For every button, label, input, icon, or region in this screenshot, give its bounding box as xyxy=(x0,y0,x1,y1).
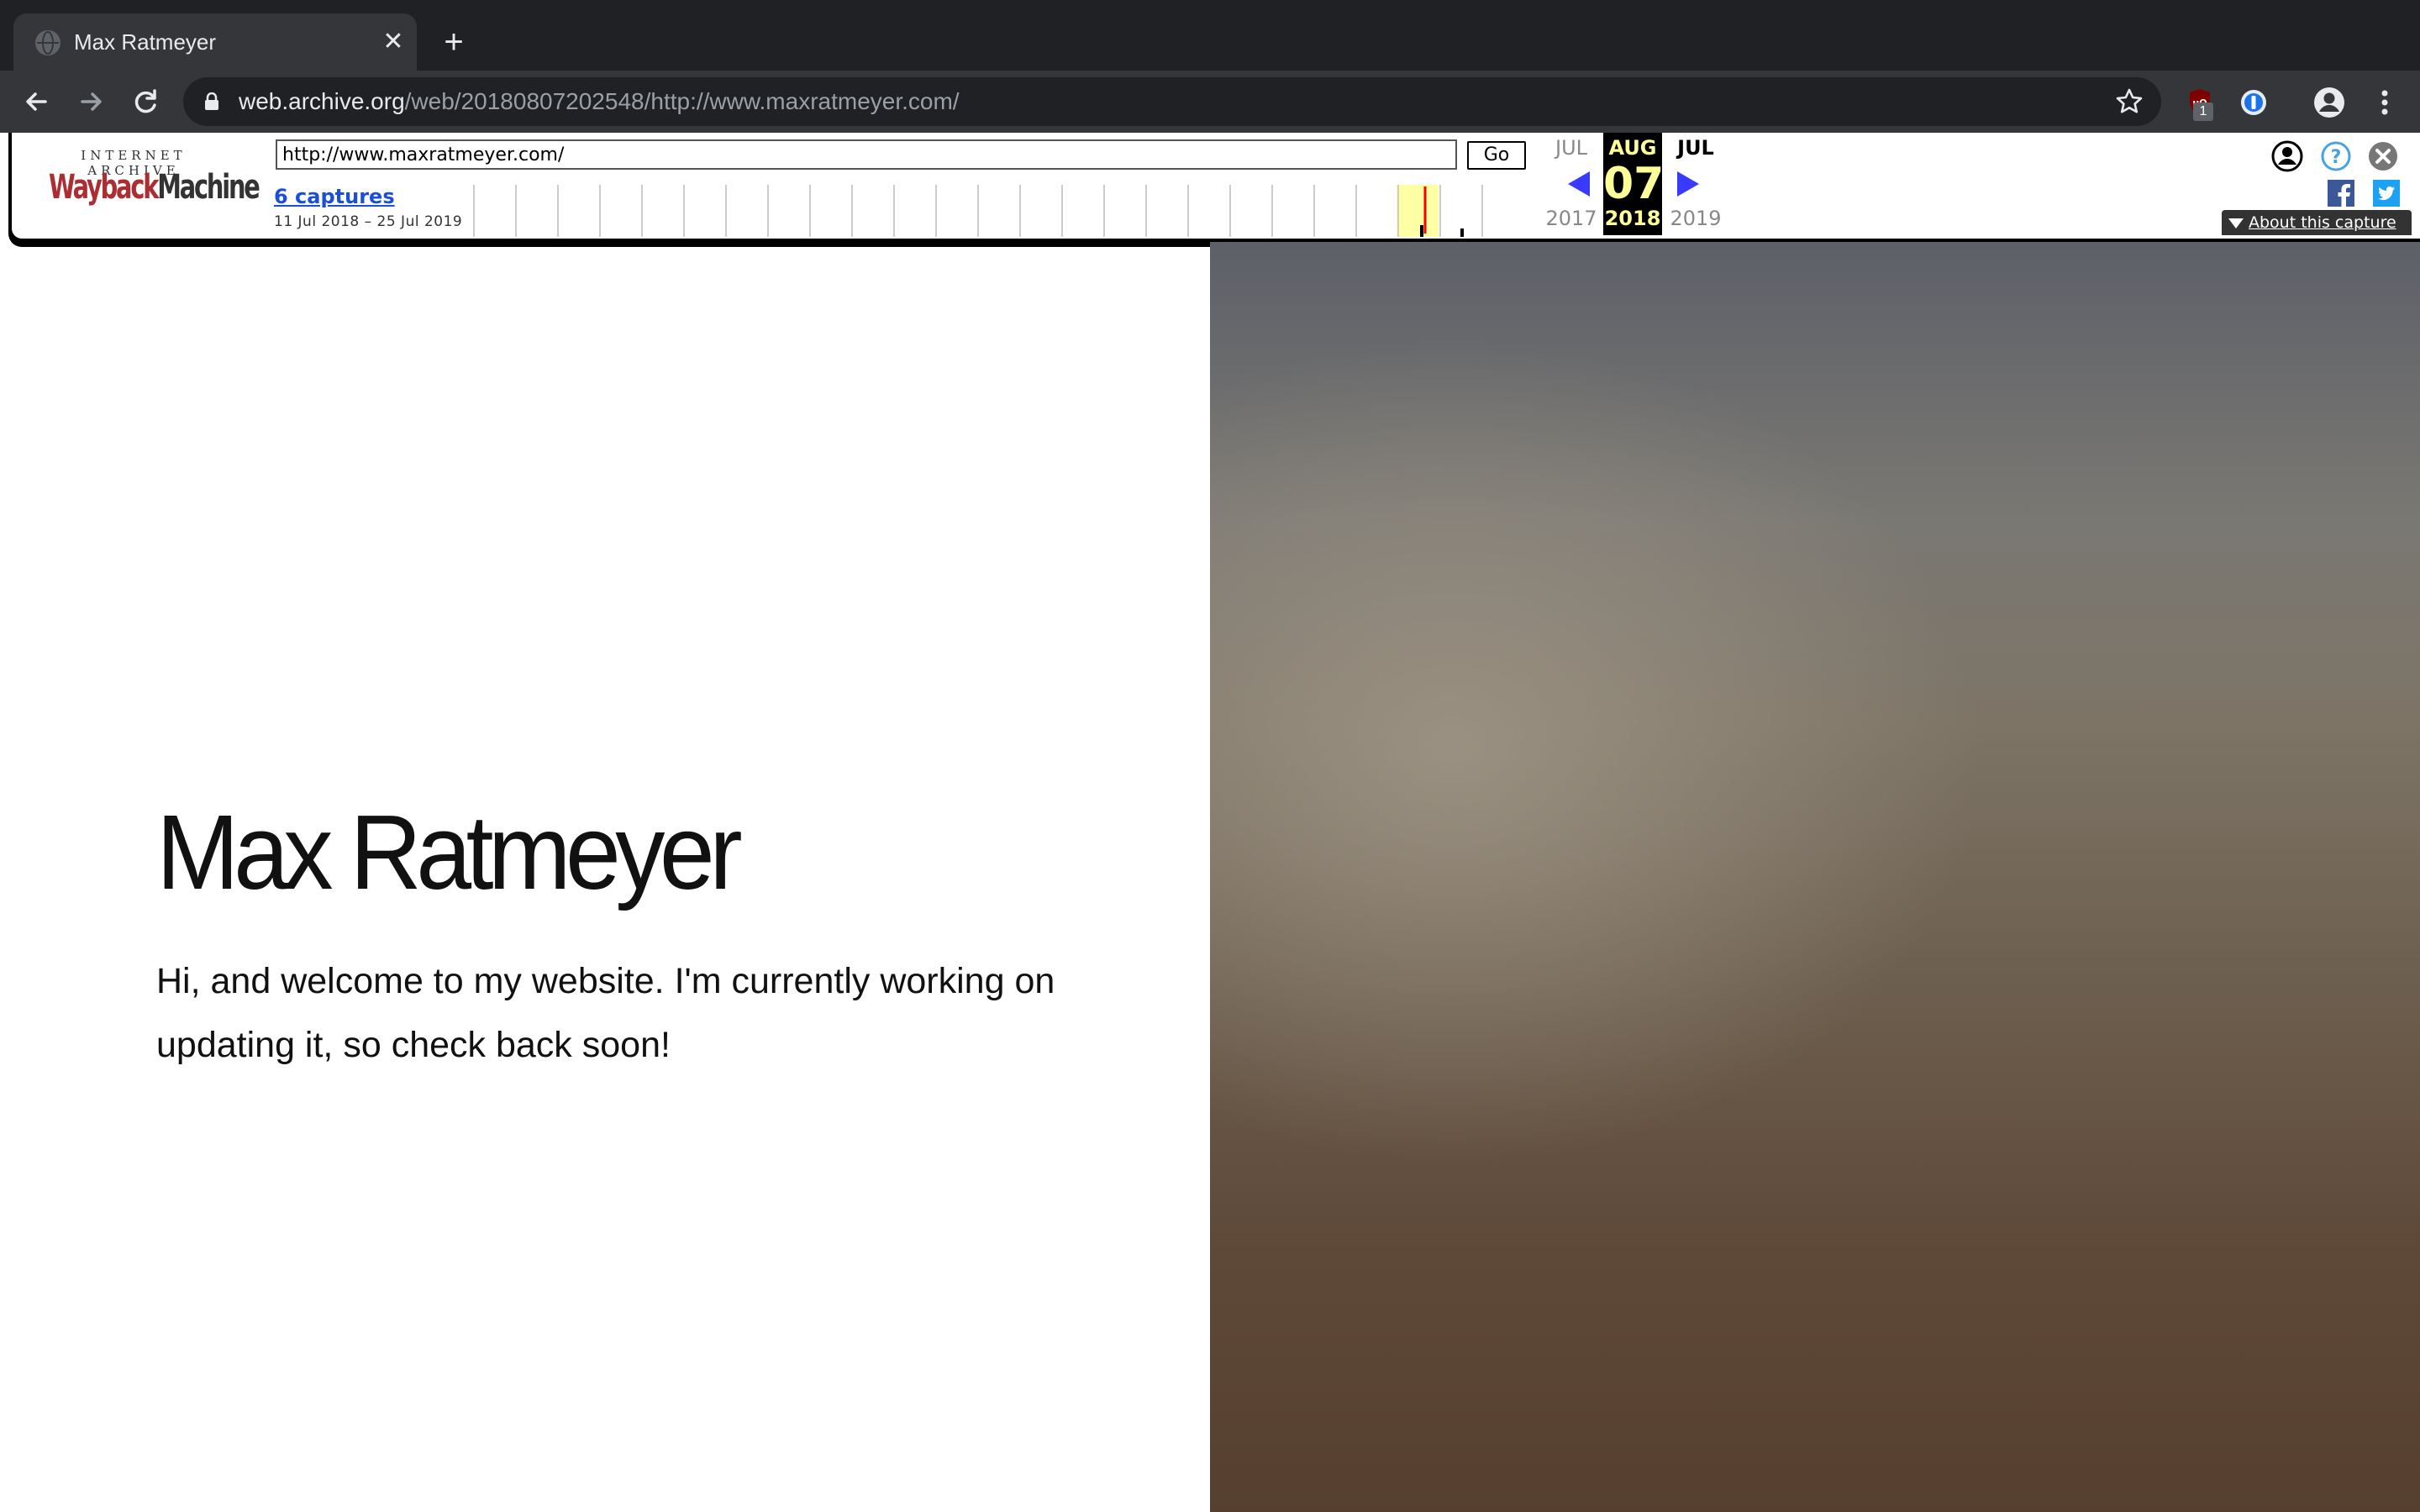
arrow-left-icon xyxy=(26,92,47,111)
current-day: 07 xyxy=(1603,159,1665,209)
logo-wayback: Wayback xyxy=(49,168,159,207)
reload-button[interactable] xyxy=(126,82,165,121)
prev-month[interactable]: JUL xyxy=(1541,136,1602,160)
current-year: 2018 xyxy=(1604,207,1661,230)
capture-date-range: 11 Jul 2018 – 25 Jul 2019 xyxy=(274,213,463,230)
browser-tab[interactable]: Max Ratmeyer ✕ xyxy=(13,13,417,71)
twitter-icon[interactable] xyxy=(2373,180,2400,207)
captures-link[interactable]: 6 captures xyxy=(274,185,395,208)
page-title: Max Ratmeyer xyxy=(156,793,743,911)
help-icon[interactable]: ? xyxy=(2319,139,2353,173)
svg-text:?: ? xyxy=(2331,147,2342,168)
arrow-right-icon xyxy=(81,92,102,111)
logo-machine: Machine xyxy=(157,168,260,207)
profile-icon[interactable] xyxy=(2312,86,2346,119)
capture-sparkline[interactable] xyxy=(472,185,1531,237)
triangle-down-icon xyxy=(2228,218,2244,228)
tab-title: Max Ratmeyer xyxy=(74,29,217,55)
account-icon[interactable] xyxy=(2270,139,2304,173)
star-icon[interactable] xyxy=(2114,87,2144,117)
lock-icon xyxy=(203,92,220,111)
forward-button[interactable] xyxy=(72,82,111,121)
about-capture-label: About this capture xyxy=(2249,213,2396,232)
logo-main-text: WaybackMachine xyxy=(49,166,260,208)
new-tab-button[interactable]: + xyxy=(432,20,476,64)
url-path: /web/20180807202548/http://www.maxratmey… xyxy=(404,88,960,114)
password-manager-icon[interactable] xyxy=(2237,86,2270,119)
url-host: web.archive.org xyxy=(239,88,405,114)
reload-icon xyxy=(134,89,156,113)
address-bar[interactable]: web.archive.org/web/20180807202548/http:… xyxy=(183,77,2161,126)
globe-icon xyxy=(35,30,60,55)
back-button[interactable] xyxy=(17,82,55,121)
current-month: AUG xyxy=(1608,136,1657,160)
browser-toolbar: web.archive.org/web/20180807202548/http:… xyxy=(0,71,2420,133)
intro-text: Hi, and welcome to my website. I'm curre… xyxy=(156,961,1055,1065)
wayback-url-input[interactable] xyxy=(276,139,1457,170)
about-capture-button[interactable]: About this capture xyxy=(2222,210,2412,235)
next-month[interactable]: JUL xyxy=(1665,136,1726,160)
wayback-logo[interactable]: INTERNET ARCHIVE WaybackMachine xyxy=(45,148,260,223)
next-capture-arrow-icon[interactable] xyxy=(1676,170,1701,198)
next-year[interactable]: 2019 xyxy=(1665,207,1726,230)
wayback-toolbar: INTERNET ARCHIVE WaybackMachine Go 6 cap… xyxy=(8,133,2420,242)
facebook-icon[interactable] xyxy=(2328,180,2354,207)
url-text[interactable]: web.archive.org/web/20180807202548/http:… xyxy=(239,88,960,115)
extension-badge: 1 xyxy=(2193,102,2213,121)
more-menu-icon[interactable] xyxy=(2368,86,2402,119)
go-button[interactable]: Go xyxy=(1467,141,1526,170)
calendar-navigator: JUL AUG JUL 07 2017 2018 2019 xyxy=(1541,133,1731,242)
hero-background-image xyxy=(1210,242,2420,1512)
close-wayback-icon[interactable] xyxy=(2366,139,2400,173)
close-icon[interactable]: ✕ xyxy=(378,27,408,57)
prev-capture-arrow-icon[interactable] xyxy=(1566,170,1591,198)
prev-year[interactable]: 2017 xyxy=(1541,207,1602,230)
browser-tab-bar: Max Ratmeyer ✕ + xyxy=(0,0,2420,71)
